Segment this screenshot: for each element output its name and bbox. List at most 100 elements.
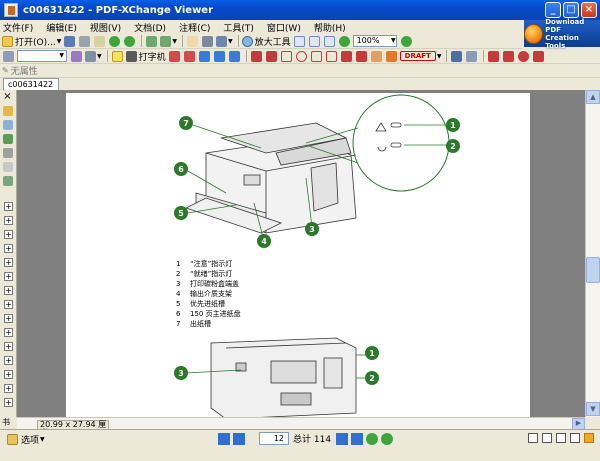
cloud-tool-button[interactable]	[325, 50, 338, 63]
single-page-icon[interactable]	[528, 433, 538, 443]
sound-button[interactable]: ▼	[85, 50, 102, 63]
menu-edit[interactable]: 编辑(E)	[46, 21, 77, 34]
draft-stamp-button[interactable]: DRAFT ▼	[399, 50, 441, 63]
previous-page-icon[interactable]	[233, 432, 245, 445]
snapshot-button[interactable]	[201, 35, 214, 48]
hand-tool-button[interactable]	[186, 35, 199, 48]
bookmark-panel-icon[interactable]	[3, 106, 13, 116]
line-tool-button[interactable]	[265, 50, 278, 63]
vertical-scrollbar[interactable]: ▲ ▼	[585, 90, 600, 417]
underline-button[interactable]	[228, 50, 241, 63]
rotate-left-button[interactable]	[145, 35, 158, 48]
scroll-up-button[interactable]: ▲	[586, 90, 600, 104]
maximize-button[interactable]: □	[563, 2, 579, 18]
menu-document[interactable]: 文档(D)	[134, 21, 166, 34]
text-box-button[interactable]	[168, 50, 181, 63]
email-button[interactable]	[93, 35, 106, 48]
link-tool-button[interactable]	[2, 50, 15, 63]
download-pdf-tools-banner[interactable]: Download PDF Creation Tools	[524, 18, 600, 50]
rectangle-tool-button[interactable]	[280, 50, 293, 63]
zoom-level-input[interactable]: 100% ▼	[352, 35, 397, 47]
continuous-icon[interactable]	[542, 433, 552, 443]
menu-tools[interactable]: 工具(T)	[223, 21, 254, 34]
menu-comments[interactable]: 注释(C)	[179, 21, 210, 34]
save-button[interactable]	[63, 35, 76, 48]
sticky-note-button[interactable]	[111, 50, 124, 63]
scroll-down-button[interactable]: ▼	[586, 402, 600, 416]
rotate-right-button[interactable]: ▼	[160, 35, 177, 48]
zoom-out-button[interactable]	[338, 35, 351, 48]
tree-expand-icon[interactable]: +	[4, 314, 13, 323]
highlight-button[interactable]	[198, 50, 211, 63]
zoom-tool-button[interactable]: 放大工具	[241, 35, 291, 48]
area-button[interactable]	[502, 50, 515, 63]
more-tools-button[interactable]	[532, 50, 545, 63]
continuous-facing-icon[interactable]	[570, 433, 580, 443]
stamp-tool-button[interactable]	[385, 50, 398, 63]
style-dropdown[interactable]: ▼	[17, 50, 67, 62]
summarize-button[interactable]	[465, 50, 478, 63]
thumbnails-panel-icon[interactable]	[3, 120, 13, 130]
horizontal-scrollbar[interactable]: 20.99 x 27.94 厘米 ▶	[17, 417, 585, 437]
polygon-tool-button[interactable]	[310, 50, 323, 63]
tree-expand-icon[interactable]: +	[4, 272, 13, 281]
back-view-icon[interactable]	[366, 432, 379, 445]
expand-icon[interactable]	[3, 134, 13, 144]
pencil-tool-button[interactable]	[355, 50, 368, 63]
layers-icon[interactable]	[3, 176, 13, 186]
tree-expand-icon[interactable]: +	[4, 230, 13, 239]
select-text-button[interactable]: ▼	[215, 35, 233, 48]
layout-menu-icon[interactable]	[584, 433, 594, 443]
first-page-icon[interactable]	[218, 432, 230, 445]
tree-expand-icon[interactable]: +	[4, 258, 13, 267]
callout-button[interactable]	[183, 50, 196, 63]
collapse-icon[interactable]	[3, 148, 13, 158]
forward-button[interactable]	[123, 35, 136, 48]
actual-size-button[interactable]	[293, 35, 306, 48]
tree-expand-icon[interactable]: +	[4, 328, 13, 337]
print-button[interactable]	[78, 35, 91, 48]
menu-help[interactable]: 帮助(H)	[314, 21, 346, 34]
minimize-button[interactable]: _	[545, 2, 561, 18]
document-tab[interactable]: c00631422	[3, 78, 59, 90]
current-page-input[interactable]: 12	[259, 432, 289, 445]
forward-view-icon[interactable]	[381, 432, 394, 445]
measure-button[interactable]	[487, 50, 500, 63]
options-button[interactable]: 选项 ▼	[7, 433, 45, 446]
open-button[interactable]: 打开(O)... ▼	[2, 35, 61, 48]
tree-expand-icon[interactable]: +	[4, 300, 13, 309]
menu-file[interactable]: 文件(F)	[3, 21, 33, 34]
close-panel-icon[interactable]: ×	[2, 92, 13, 103]
tree-expand-icon[interactable]: +	[4, 384, 13, 393]
eraser-tool-button[interactable]	[370, 50, 383, 63]
tree-expand-icon[interactable]: +	[4, 202, 13, 211]
scroll-thumb[interactable]	[586, 257, 600, 283]
tree-expand-icon[interactable]: +	[4, 244, 13, 253]
tree-expand-icon[interactable]: +	[4, 216, 13, 225]
oval-tool-button[interactable]	[295, 50, 308, 63]
arrow-tool-button[interactable]	[250, 50, 263, 63]
tree-expand-icon[interactable]: +	[4, 286, 13, 295]
next-page-icon[interactable]	[336, 432, 349, 445]
last-page-icon[interactable]	[351, 432, 364, 445]
tree-expand-icon[interactable]: +	[4, 398, 13, 407]
zoom-in-button[interactable]	[400, 35, 413, 48]
document-view[interactable]: 7 6 5 4 3 1 2 1 2 3 1 “注意”指示灯 2 “就绪”指示灯 …	[17, 90, 585, 417]
bookmarks-tab[interactable]: 书	[2, 417, 15, 429]
tree-expand-icon[interactable]: +	[4, 370, 13, 379]
attach-button[interactable]	[70, 50, 83, 63]
comment-list-button[interactable]	[450, 50, 463, 63]
strikeout-button[interactable]	[213, 50, 226, 63]
close-button[interactable]: ×	[581, 2, 597, 18]
no-properties-button[interactable]: ✎ 无属性	[2, 64, 38, 77]
tree-expand-icon[interactable]: +	[4, 342, 13, 351]
tree-expand-icon[interactable]: +	[4, 356, 13, 365]
fit-page-button[interactable]	[308, 35, 321, 48]
typewriter-button[interactable]: 打字机	[125, 50, 166, 63]
menu-view[interactable]: 视图(V)	[90, 21, 121, 34]
options-icon[interactable]	[3, 162, 13, 172]
perimeter-button[interactable]	[517, 50, 530, 63]
menu-window[interactable]: 窗口(W)	[267, 21, 301, 34]
fit-width-button[interactable]	[323, 35, 336, 48]
back-button[interactable]	[108, 35, 121, 48]
